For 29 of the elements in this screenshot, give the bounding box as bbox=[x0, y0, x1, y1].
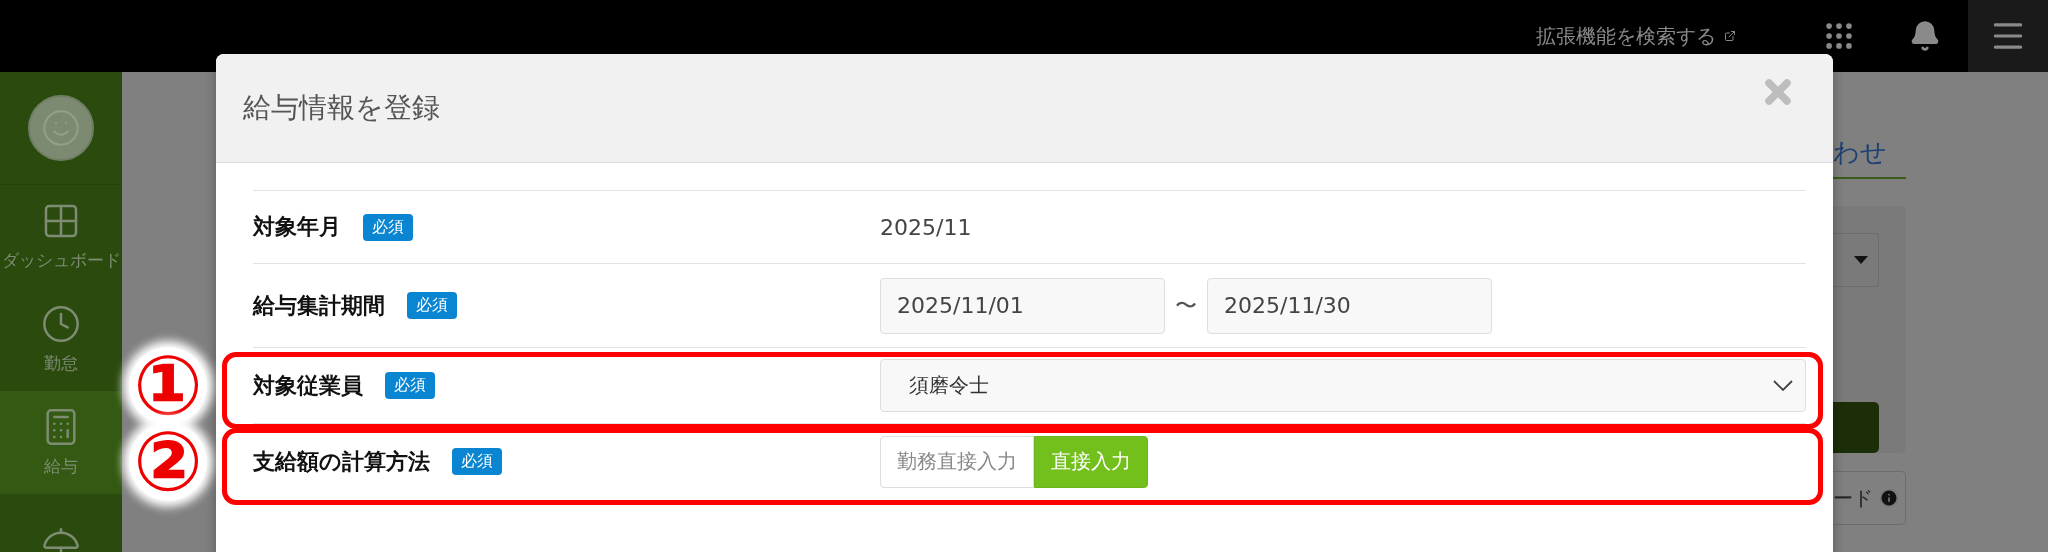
employee-select[interactable]: 須磨令士 bbox=[880, 359, 1806, 412]
bell-icon[interactable] bbox=[1909, 20, 1941, 52]
toggle-option[interactable]: 直接入力 bbox=[1034, 435, 1148, 488]
menu-button[interactable] bbox=[1968, 0, 2048, 72]
required-badge: 必須 bbox=[385, 372, 435, 399]
chevron-down-icon bbox=[1773, 380, 1793, 391]
annotation-number: ① bbox=[129, 346, 207, 425]
modal-title: 給与情報を登録 bbox=[243, 90, 440, 126]
annotation-number: ② bbox=[129, 422, 207, 501]
date-field[interactable]: 2025/11/30 bbox=[1207, 277, 1492, 334]
external-link-icon bbox=[1724, 30, 1736, 42]
required-badge: 必須 bbox=[363, 213, 413, 241]
info-icon bbox=[1879, 488, 1899, 508]
extension-search-link[interactable]: 拡張機能を検索する bbox=[1536, 22, 1736, 50]
field-label: 対象従業員 bbox=[253, 371, 363, 400]
clock-icon bbox=[41, 304, 81, 344]
toggle-option[interactable]: 勤務直接入力 bbox=[880, 435, 1034, 488]
required-badge: 必須 bbox=[452, 448, 502, 475]
field-label: 給与集計期間 bbox=[253, 291, 385, 320]
field-label: 対象年月 bbox=[253, 213, 341, 241]
sidebar-item[interactable]: 給与 bbox=[0, 391, 122, 494]
sidebar-item[interactable]: 勤怠 bbox=[0, 288, 122, 391]
sidebar-item[interactable]: ダッシュボード bbox=[0, 185, 122, 288]
date-field[interactable]: 2025/11/01 bbox=[880, 277, 1165, 334]
field-label: 支給額の計算方法 bbox=[253, 447, 430, 476]
field-value: 2025/11 bbox=[880, 214, 972, 240]
required-badge: 必須 bbox=[407, 292, 457, 319]
caret-icon bbox=[1854, 256, 1868, 264]
range-separator: 〜 bbox=[1175, 291, 1197, 320]
